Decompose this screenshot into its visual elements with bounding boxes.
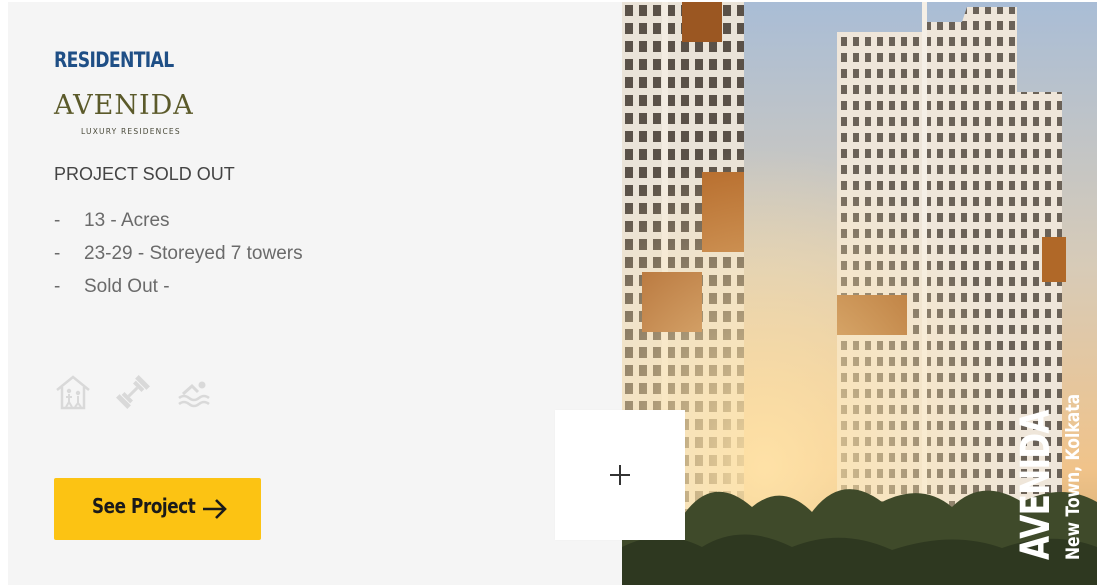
image-caption: AVENIDA New Town, Kolkata (1013, 357, 1085, 560)
caption-location: New Town, Kolkata (1062, 393, 1084, 560)
fact-item: - Sold Out - (54, 276, 303, 309)
fact-dash: - (54, 243, 61, 264)
project-logo: AVENIDA LUXURY RESIDENCES (54, 90, 204, 140)
fact-text: 23-29 - Storeyed 7 towers (84, 243, 303, 264)
clubhouse-icon (54, 372, 92, 412)
plus-icon (610, 465, 630, 485)
logo-wordmark: AVENIDA (54, 90, 194, 121)
see-project-button[interactable]: See Project (54, 478, 261, 540)
arrow-right-icon (203, 499, 227, 519)
expand-button[interactable] (555, 410, 685, 540)
see-project-label: See Project (92, 494, 196, 518)
project-category: RESIDENTIAL (54, 48, 174, 72)
gym-dumbbell-icon (114, 372, 152, 412)
fact-item: - 13 - Acres (54, 210, 303, 243)
swimming-icon (176, 372, 214, 412)
project-facts-list: - 13 - Acres - 23-29 - Storeyed 7 towers -… (54, 210, 303, 309)
fact-text: Sold Out - (84, 276, 170, 297)
fact-text: 13 - Acres (84, 210, 170, 231)
fact-dash: - (54, 276, 61, 297)
fact-dash: - (54, 210, 61, 231)
caption-project-name: AVENIDA (1013, 410, 1059, 560)
project-status: PROJECT SOLD OUT (54, 164, 235, 184)
fact-item: - 23-29 - Storeyed 7 towers (54, 243, 303, 276)
logo-tagline: LUXURY RESIDENCES (81, 127, 181, 136)
project-card: RESIDENTIAL AVENIDA LUXURY RESIDENCES PR… (8, 2, 622, 585)
